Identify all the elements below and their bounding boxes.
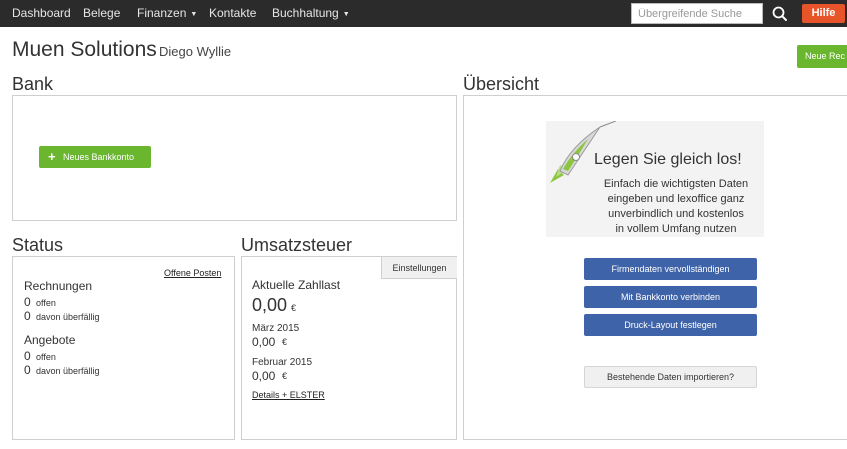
nav-kontakte[interactable]: Kontakte <box>209 0 256 27</box>
help-button[interactable]: Hilfe <box>802 4 845 23</box>
promo-title: Legen Sie gleich los! <box>594 151 742 168</box>
bank-panel: + Neues Bankkonto <box>12 95 457 221</box>
new-bank-account-label: Neues Bankkonto <box>63 152 135 162</box>
vat-settings-button[interactable]: Einstellungen <box>381 257 457 279</box>
status-panel: Offene Posten Rechnungen 0 offen 0 davon… <box>12 256 235 440</box>
offers-heading: Angebote <box>24 333 76 347</box>
vat-period-value: 0,00 <box>252 335 276 349</box>
invoices-open-count: 0 <box>24 295 31 309</box>
vat-period-label: Februar 2015 <box>252 357 313 368</box>
new-invoice-button[interactable]: Neue Rec <box>797 45 847 68</box>
offers-overdue-label: davon überfällig <box>36 366 100 376</box>
vat-section-title: Umsatzsteuer <box>241 235 353 255</box>
top-navbar: Dashboard Belege Finanzen ▼ Kontakte Buch… <box>0 0 847 27</box>
offers-open-count: 0 <box>24 349 31 363</box>
nav-buchhaltung[interactable]: Buchhaltung ▼ <box>272 0 350 27</box>
nav-buchhaltung-label: Buchhaltung <box>272 6 339 20</box>
nav-belege[interactable]: Belege <box>83 0 120 27</box>
open-items-link[interactable]: Offene Posten <box>164 268 221 278</box>
current-liability-value: 0,00 <box>252 295 288 315</box>
promo-line: eingeben und lexoffice ganz <box>607 193 745 205</box>
complete-company-data-button[interactable]: Firmendaten vervollständigen <box>584 258 757 280</box>
nav-finanzen-label: Finanzen <box>137 6 187 20</box>
status-section-title: Status <box>12 235 64 255</box>
vat-panel: Einstellungen Aktuelle Zahllast 0,00 € M… <box>241 256 457 440</box>
details-elster-link[interactable]: Details + ELSTER <box>252 390 325 400</box>
nav-finanzen[interactable]: Finanzen ▼ <box>137 0 197 27</box>
search-button[interactable] <box>768 3 792 24</box>
search-icon <box>772 6 787 21</box>
bank-section-title: Bank <box>12 74 54 94</box>
promo-line: Einfach die wichtigsten Daten <box>603 178 749 190</box>
promo-line: in vollem Umfang nutzen <box>615 223 737 235</box>
import-data-button[interactable]: Bestehende Daten importieren? <box>584 366 757 388</box>
getting-started-banner: Legen Sie gleich los! Einfach die wichti… <box>546 121 764 237</box>
invoices-open-label: offen <box>36 298 56 308</box>
company-name: Muen Solutions <box>12 38 157 61</box>
currency-symbol: € <box>282 337 288 347</box>
nav-dashboard[interactable]: Dashboard <box>12 0 71 27</box>
caret-down-icon: ▼ <box>342 11 350 18</box>
currency-symbol: € <box>291 303 297 313</box>
invoices-overdue-label: davon überfällig <box>36 312 100 322</box>
promo-text: Einfach die wichtigsten Daten eingeben u… <box>586 177 766 237</box>
plus-icon: + <box>48 149 56 164</box>
offers-open-label: offen <box>36 352 56 362</box>
invoices-heading: Rechnungen <box>24 279 93 293</box>
current-liability-heading: Aktuelle Zahllast <box>252 278 341 292</box>
currency-symbol: € <box>282 371 288 381</box>
user-name: Diego Wyllie <box>159 44 232 59</box>
new-bank-account-button[interactable]: + Neues Bankkonto <box>39 146 151 168</box>
vat-period-label: März 2015 <box>252 323 300 334</box>
vat-period-value: 0,00 <box>252 369 276 383</box>
promo-line: unverbindlich und kostenlos <box>608 208 744 220</box>
invoices-overdue-count: 0 <box>24 309 31 323</box>
search-input[interactable] <box>631 3 763 24</box>
offers-overdue-count: 0 <box>24 363 31 377</box>
connect-bank-account-button[interactable]: Mit Bankkonto verbinden <box>584 286 757 308</box>
overview-section-title: Übersicht <box>463 74 540 94</box>
print-layout-button[interactable]: Druck-Layout festlegen <box>584 314 757 336</box>
overview-panel: Legen Sie gleich los! Einfach die wichti… <box>463 95 847 440</box>
caret-down-icon: ▼ <box>190 11 198 18</box>
